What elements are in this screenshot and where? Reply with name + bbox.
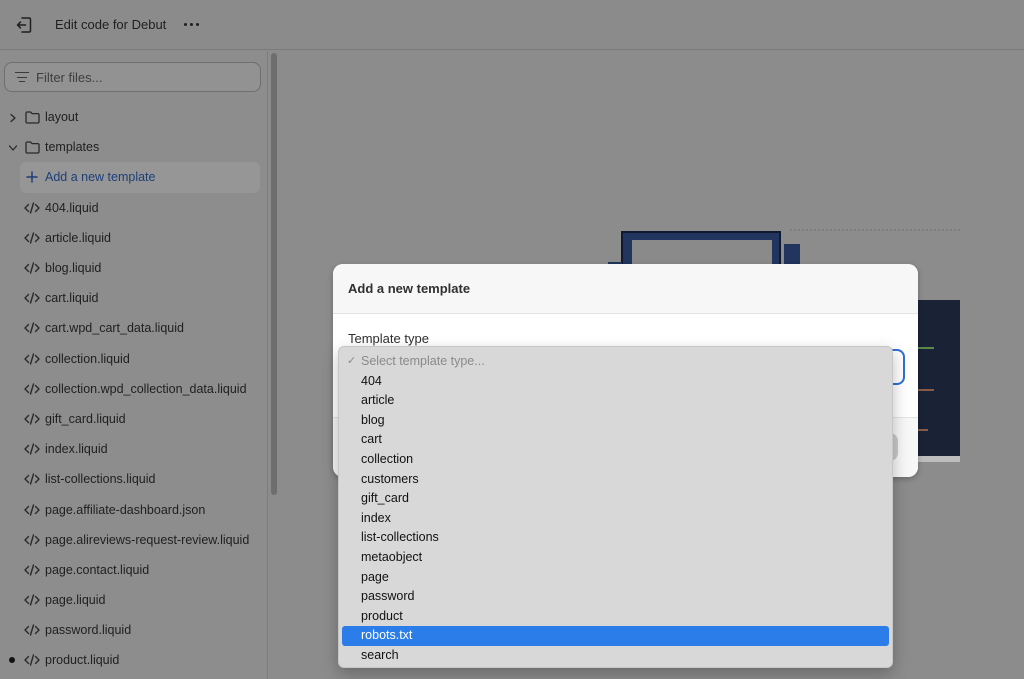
modal-title: Add a new template (348, 281, 471, 296)
dropdown-option[interactable]: product (342, 607, 889, 627)
dropdown-option[interactable]: cart (342, 430, 889, 450)
dropdown-option[interactable]: blog (342, 411, 889, 431)
dropdown-option[interactable]: page (342, 568, 889, 588)
dropdown-option[interactable]: search (342, 646, 889, 666)
dropdown-option[interactable]: index (342, 509, 889, 529)
template-type-dropdown: ✓ Select template type... 404 article blog… (338, 346, 893, 668)
dropdown-placeholder-option[interactable]: ✓ Select template type... (342, 352, 889, 372)
dropdown-option[interactable]: gift_card (342, 489, 889, 509)
dropdown-option[interactable]: article (342, 391, 889, 411)
dropdown-option[interactable]: robots.txt (342, 626, 889, 646)
placeholder-label: Select template type... (361, 354, 485, 368)
template-type-label: Template type (348, 331, 429, 346)
dropdown-option[interactable]: 404 (342, 372, 889, 392)
modal-header: Add a new template (333, 264, 918, 314)
dropdown-option[interactable]: metaobject (342, 548, 889, 568)
dropdown-option[interactable]: list-collections (342, 528, 889, 548)
dropdown-option[interactable]: customers (342, 470, 889, 490)
checkmark-icon: ✓ (347, 355, 357, 367)
dropdown-option[interactable]: password (342, 587, 889, 607)
dropdown-option[interactable]: collection (342, 450, 889, 470)
